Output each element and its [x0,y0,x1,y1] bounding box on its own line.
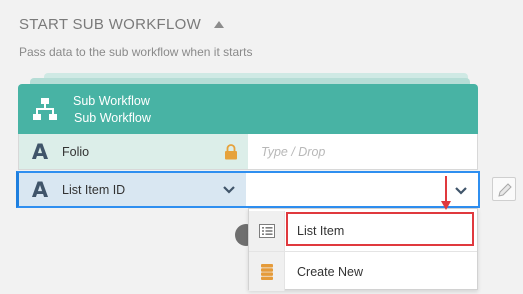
field-label: List Item ID [62,182,126,197]
create-new-icon [260,263,273,280]
edit-button[interactable] [492,177,516,201]
collapse-caret-icon[interactable] [214,21,225,28]
chevron-down-icon[interactable] [454,185,468,197]
card-title: Sub Workflow [73,94,150,108]
arrow-down-icon [441,176,451,210]
sub-workflow-card-header: Sub Workflow Sub Workflow [18,84,478,134]
pencil-icon [498,183,512,197]
section-description: Pass data to the sub workflow when it st… [19,45,253,59]
highlight-box [286,212,474,246]
icon-cell [249,211,285,251]
card-subtitle: Sub Workflow [74,111,151,125]
field-label-cell[interactable]: A List Item ID [19,173,246,206]
field-row-folio: A Folio Type / Drop [18,134,478,170]
dropdown-item-create-new[interactable]: Create New [249,251,477,291]
field-label-cell: A Folio [19,134,248,169]
icon-cell [249,252,285,291]
folio-value-input[interactable]: Type / Drop [249,134,477,169]
list-item-icon [258,224,275,238]
workflow-hierarchy-icon [33,98,57,120]
section-header[interactable]: START SUB WORKFLOW [19,16,225,33]
text-type-icon: A [31,139,49,164]
field-label: Folio [62,144,90,159]
chevron-down-icon[interactable] [222,184,236,196]
text-type-icon: A [31,177,49,202]
section-title: START SUB WORKFLOW [19,16,202,33]
dropdown-item-label: Create New [297,264,363,279]
field-row-list-item-id: A List Item ID [16,171,480,208]
lock-icon[interactable] [224,144,238,160]
value-placeholder: Type / Drop [261,145,326,159]
